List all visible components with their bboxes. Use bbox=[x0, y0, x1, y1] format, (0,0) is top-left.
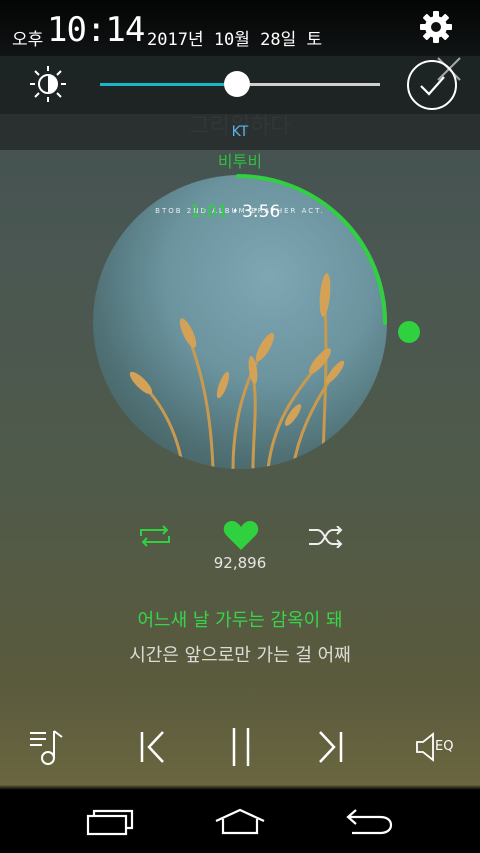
shuffle-icon[interactable] bbox=[307, 526, 345, 548]
like-count: 92,896 bbox=[213, 554, 267, 572]
navigation-bar bbox=[0, 792, 480, 853]
brightness-fill bbox=[100, 83, 238, 86]
speaker-icon bbox=[416, 732, 434, 762]
next-icon[interactable] bbox=[316, 730, 344, 764]
pause-icon[interactable] bbox=[228, 726, 254, 768]
recent-apps-icon[interactable] bbox=[86, 808, 134, 836]
clock: 10:14 bbox=[47, 10, 145, 50]
back-icon[interactable] bbox=[344, 808, 394, 836]
brightness-slider[interactable] bbox=[100, 71, 380, 97]
am-pm: 오후 bbox=[12, 30, 44, 50]
notification-shade: 오후 10:14 2017년 10월 28일 토 비투비 KT bbox=[0, 0, 480, 171]
status-bar: 오후 10:14 2017년 10월 28일 토 bbox=[0, 0, 480, 56]
gear-icon[interactable] bbox=[419, 10, 453, 44]
brightness-icon bbox=[30, 66, 66, 102]
date: 2017년 10월 28일 토 bbox=[147, 30, 323, 50]
equalizer-button[interactable]: EQ bbox=[415, 731, 461, 763]
playlist-icon[interactable] bbox=[28, 727, 68, 767]
brightness-panel: 그리워하다 비투비 bbox=[0, 56, 480, 171]
elapsed-time: 1:01 bbox=[190, 202, 229, 222]
home-icon[interactable] bbox=[214, 808, 266, 836]
total-time: 3:56 bbox=[242, 202, 281, 222]
eq-label: EQ bbox=[435, 739, 454, 754]
carrier-bar: KT bbox=[0, 114, 480, 150]
artist-name: 비투비 bbox=[217, 152, 263, 171]
heart-icon[interactable] bbox=[222, 520, 260, 552]
time-separator: • bbox=[232, 206, 239, 217]
brightness-thumb[interactable] bbox=[224, 71, 251, 97]
close-icon[interactable] bbox=[436, 56, 462, 82]
time-display: 1:01 • 3:56 bbox=[190, 202, 280, 222]
lyric-next: 시간은 앞으로만 가는 걸 어째 bbox=[129, 645, 351, 666]
previous-icon[interactable] bbox=[139, 730, 167, 764]
lyric-current: 어느새 날 가두는 감옥이 돼 bbox=[137, 610, 343, 631]
progress-handle[interactable] bbox=[398, 321, 420, 343]
carrier-name: KT bbox=[231, 124, 249, 140]
repeat-icon[interactable] bbox=[137, 524, 173, 548]
